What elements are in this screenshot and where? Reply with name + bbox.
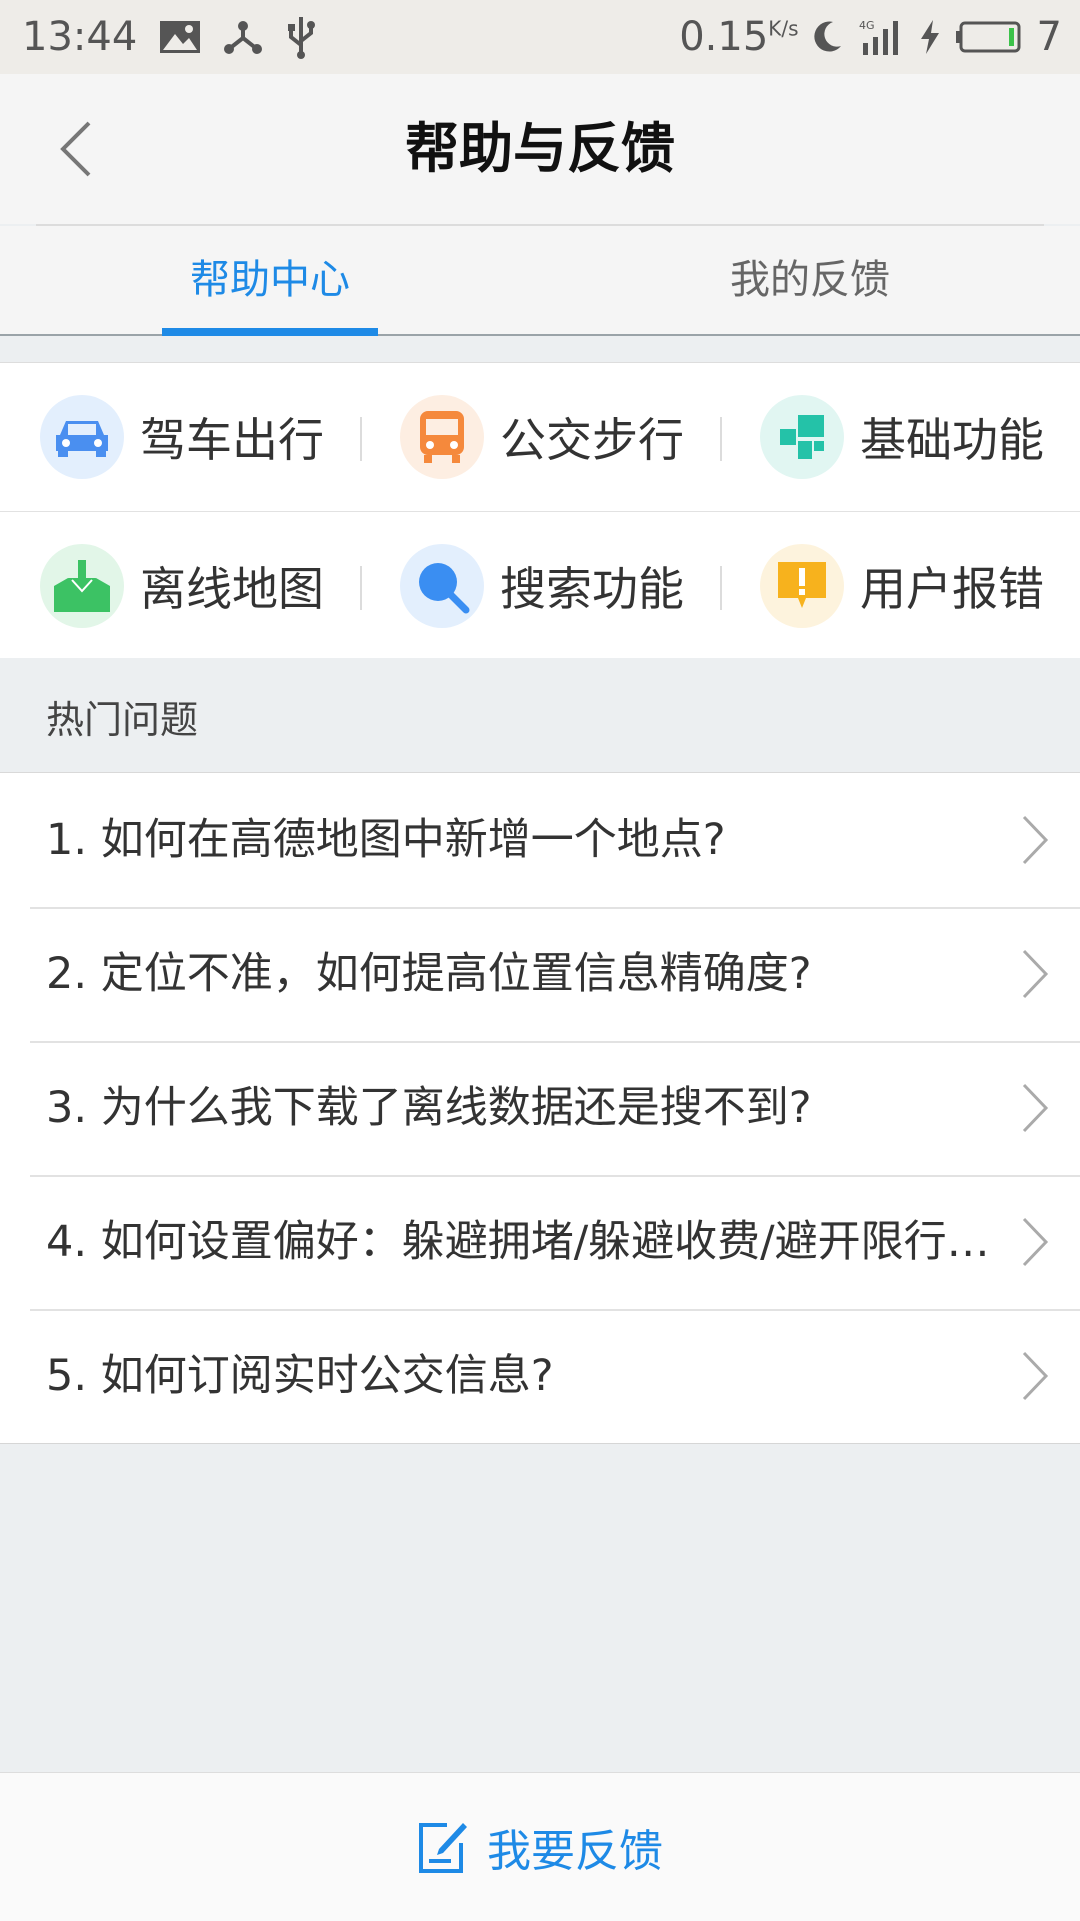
blocks-icon xyxy=(760,395,844,479)
category-label: 基础功能 xyxy=(860,413,1044,467)
car-icon xyxy=(40,395,124,479)
status-time: 13:44 xyxy=(22,14,138,60)
section-title: 热门问题 xyxy=(46,698,199,742)
category-label: 公交步行 xyxy=(500,413,684,467)
category-label: 用户报错 xyxy=(860,562,1044,616)
category-user-report[interactable]: 用户报错 xyxy=(720,512,1080,660)
question-text: 1. 如何在高德地图中新增一个地点? xyxy=(46,815,726,865)
chevron-right-icon xyxy=(1022,1351,1049,1401)
chevron-right-icon xyxy=(1022,1083,1049,1133)
chevron-right-icon xyxy=(1022,815,1049,865)
signal-icon: 4G xyxy=(857,17,905,57)
status-bar: 13:44 0.15K/s 4G 7 xyxy=(0,0,1080,74)
category-row: 驾车出行 公交步行 基础功能 xyxy=(0,363,1080,511)
category-label: 搜索功能 xyxy=(500,562,684,616)
question-text: 4. 如何设置偏好：躲避拥堵/躲避收费/避开限行… xyxy=(46,1217,990,1267)
moon-icon xyxy=(813,20,843,54)
chevron-right-icon xyxy=(1022,1217,1049,1267)
alert-icon xyxy=(760,544,844,628)
category-driving[interactable]: 驾车出行 xyxy=(0,363,360,511)
feedback-button[interactable]: 我要反馈 xyxy=(0,1772,1080,1921)
question-text: 5. 如何订阅实时公交信息? xyxy=(46,1351,554,1401)
feedback-label: 我要反馈 xyxy=(487,1826,663,1877)
category-label: 离线地图 xyxy=(140,562,324,616)
question-item[interactable]: 2. 定位不准，如何提高位置信息精确度? xyxy=(0,907,1080,1041)
question-item[interactable]: 3. 为什么我下载了离线数据还是搜不到? xyxy=(0,1041,1080,1175)
category-row: 离线地图 搜索功能 用户报错 xyxy=(0,511,1080,660)
tab-my-feedback[interactable]: 我的反馈 xyxy=(540,226,1080,334)
charging-icon xyxy=(919,19,941,55)
question-item[interactable]: 1. 如何在高德地图中新增一个地点? xyxy=(0,773,1080,907)
tab-bar: 帮助中心 我的反馈 xyxy=(0,226,1080,336)
chevron-right-icon xyxy=(1022,949,1049,999)
question-text: 3. 为什么我下载了离线数据还是搜不到? xyxy=(46,1083,812,1133)
category-transit-walk[interactable]: 公交步行 xyxy=(360,363,720,511)
category-search[interactable]: 搜索功能 xyxy=(360,512,720,660)
question-item[interactable]: 5. 如何订阅实时公交信息? xyxy=(0,1309,1080,1443)
edit-icon xyxy=(419,1823,467,1873)
download-map-icon xyxy=(40,544,124,628)
network-speed: 0.15K/s xyxy=(679,14,799,60)
usb-icon xyxy=(285,15,317,59)
bus-icon xyxy=(400,395,484,479)
network-type: 4G xyxy=(859,19,875,32)
category-basic-functions[interactable]: 基础功能 xyxy=(720,363,1080,511)
battery-icon xyxy=(955,20,1023,54)
hot-questions-header: 热门问题 xyxy=(0,658,1080,773)
search-icon xyxy=(400,544,484,628)
image-icon xyxy=(159,20,201,54)
page-title: 帮助与反馈 xyxy=(405,117,675,180)
question-item[interactable]: 4. 如何设置偏好：躲避拥堵/躲避收费/避开限行… xyxy=(0,1175,1080,1309)
battery-level: 7 xyxy=(1036,14,1062,60)
question-list: 1. 如何在高德地图中新增一个地点? 2. 定位不准，如何提高位置信息精确度? … xyxy=(0,773,1080,1444)
category-grid: 驾车出行 公交步行 基础功能 离线地图 搜索功能 用户报错 xyxy=(0,362,1080,660)
share-node-icon xyxy=(223,18,263,56)
question-text: 2. 定位不准，如何提高位置信息精确度? xyxy=(46,949,812,999)
app-header: 帮助与反馈 xyxy=(0,74,1080,224)
category-offline-map[interactable]: 离线地图 xyxy=(0,512,360,660)
tab-help-center[interactable]: 帮助中心 xyxy=(0,226,540,336)
category-label: 驾车出行 xyxy=(140,413,324,467)
